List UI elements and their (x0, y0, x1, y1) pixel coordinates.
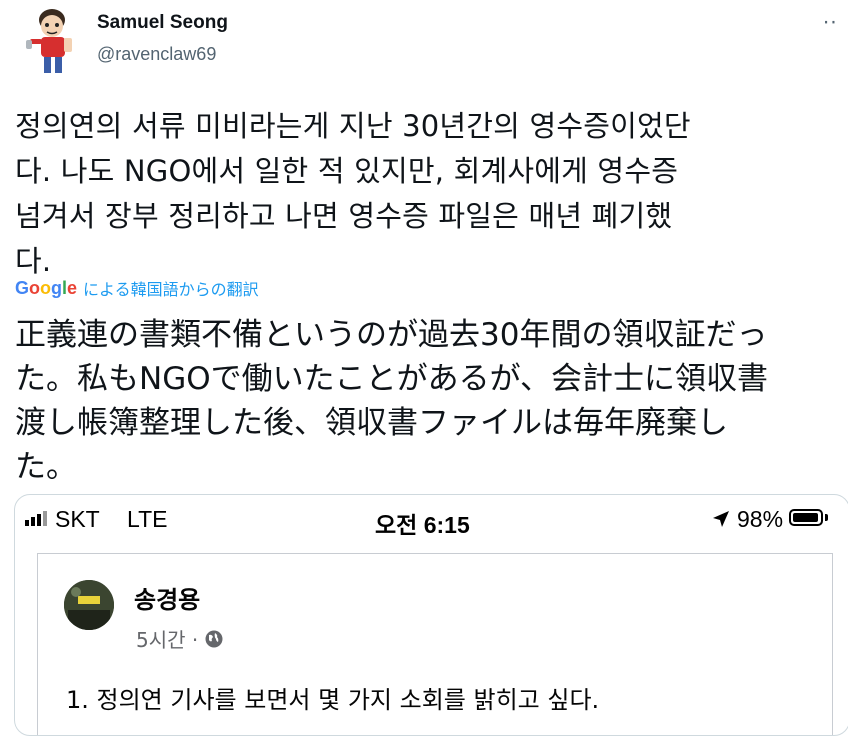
translated-text: 正義連の書類不備というのが過去30年間の領収証だっ た。私もNGOで働いたことが… (15, 317, 768, 485)
author-display-name[interactable]: Samuel Seong (97, 12, 228, 34)
post-author-name[interactable]: 송경용 (134, 580, 200, 615)
facebook-post-card: 송경용 5시간 · 1. 정의연 기사를 보면서 몇 가지 소회를 밝히고 싶다… (37, 553, 833, 735)
post-body: 1. 정의연 기사를 보면서 몇 가지 소회를 밝히고 싶다. (66, 686, 600, 714)
avatar[interactable] (22, 6, 86, 76)
tweet-text: 정의연의 서류 미비라는게 지난 30년간의 영수증이었단 다. 나도 NGO에… (15, 109, 691, 278)
signal-bars-icon (25, 511, 47, 526)
translation-label-link[interactable]: による韓国語からの翻訳 (83, 276, 259, 300)
phone-status-bar: SKT LTE 오전 6:15 98% (15, 495, 848, 543)
attached-image[interactable]: SKT LTE 오전 6:15 98% 송경용 5시간 · 1. 정의연 기사를… (14, 494, 848, 736)
carrier-label: SKT (55, 506, 100, 532)
post-meta: 5시간 · (136, 624, 224, 653)
network-label: LTE (127, 506, 168, 532)
location-arrow-icon (713, 511, 729, 527)
post-author-avatar[interactable] (64, 580, 114, 630)
avatar-photo-icon (64, 580, 114, 630)
translation-attribution: Google による韓国語からの翻訳 (15, 276, 259, 300)
cartoon-avatar-icon (26, 9, 72, 73)
more-dots-icon[interactable]: ⋅⋅ (823, 10, 838, 34)
status-time: 오전 6:15 (375, 512, 470, 538)
battery-cap (825, 514, 828, 521)
author-handle[interactable]: @ravenclaw69 (97, 44, 216, 65)
post-time[interactable]: 5시간 · (136, 624, 198, 653)
globe-icon (205, 630, 223, 647)
battery-icon (789, 509, 823, 526)
google-logo: Google (15, 277, 78, 298)
battery-percent: 98% (737, 506, 784, 532)
